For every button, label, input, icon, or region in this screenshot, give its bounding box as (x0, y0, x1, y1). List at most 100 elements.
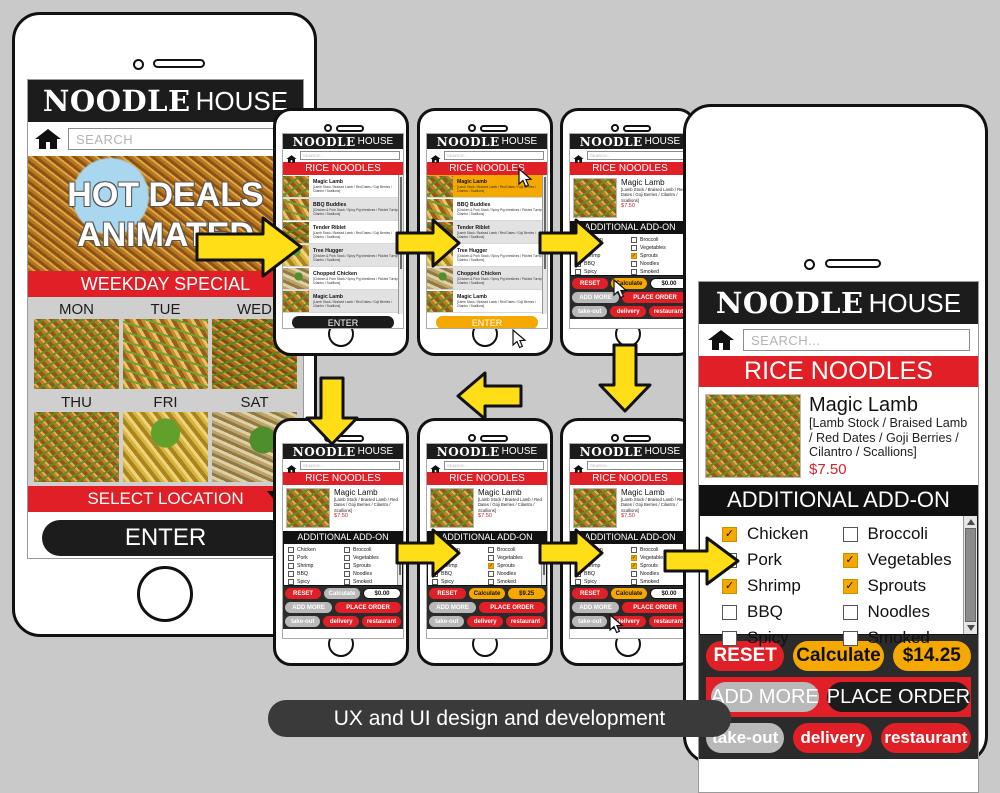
addon-vegetables[interactable]: Vegetables (631, 244, 687, 252)
place-order-button[interactable]: PLACE ORDER (622, 292, 688, 303)
checkbox-unchecked[interactable] (488, 555, 494, 561)
addon-vegetables[interactable]: Vegetables (344, 554, 400, 562)
enter-button[interactable]: ENTER (42, 520, 289, 556)
checkbox-unchecked[interactable] (842, 526, 858, 542)
restaurant-button[interactable]: restaurant (361, 616, 401, 627)
addon-spicy[interactable]: Spicy (575, 268, 631, 276)
checkbox-unchecked[interactable] (488, 547, 494, 553)
checkbox-checked[interactable]: ✓ (488, 563, 494, 569)
checkbox-checked[interactable]: ✓ (631, 563, 637, 569)
checkbox-unchecked[interactable] (344, 563, 350, 569)
addon-spicy[interactable]: Spicy (288, 578, 344, 586)
search-input[interactable]: SEARCH... (743, 329, 970, 351)
checkbox-unchecked[interactable] (631, 261, 637, 267)
place-order-button[interactable]: PLACE ORDER (479, 602, 545, 613)
addon-scrollbar[interactable] (963, 516, 977, 634)
search-input[interactable]: SEARCH... (444, 461, 544, 470)
list-item[interactable]: Chopped Chicken [Chicken & Pork Stock / … (427, 267, 547, 290)
addon-broccoli[interactable]: Broccoli (631, 236, 687, 244)
addon-smoked[interactable]: Smoked (488, 578, 544, 586)
checkbox-unchecked[interactable] (344, 547, 350, 553)
reset-button[interactable]: RESET (572, 278, 608, 289)
scroll-down-arrow-icon[interactable] (966, 625, 975, 631)
checkbox-unchecked[interactable] (344, 571, 350, 577)
addon-spicy[interactable]: Spicy (722, 625, 843, 651)
addon-vegetables[interactable]: Vegetables (488, 554, 544, 562)
addon-sprouts[interactable]: ✓ Sprouts (631, 252, 687, 260)
checkbox-unchecked[interactable] (722, 604, 737, 620)
home-icon[interactable] (34, 127, 62, 151)
checkbox-unchecked[interactable] (631, 237, 637, 243)
checkbox-checked[interactable]: ✓ (842, 552, 858, 568)
home-icon[interactable] (707, 328, 735, 352)
checkbox-unchecked[interactable] (842, 604, 858, 620)
addon-vegetables[interactable]: ✓ Vegetables (842, 547, 964, 573)
calculate-button[interactable]: Calculate (611, 588, 647, 599)
home-button[interactable] (136, 566, 193, 622)
weekday-cell[interactable]: THU (34, 393, 119, 482)
take-out-button[interactable]: take-out (572, 306, 608, 317)
search-input[interactable]: SEARCH (68, 128, 297, 150)
checkbox-checked[interactable]: ✓ (631, 555, 637, 561)
checkbox-unchecked[interactable] (575, 269, 581, 275)
delivery-button[interactable]: delivery (610, 306, 646, 317)
take-out-button[interactable]: take-out (572, 616, 608, 627)
home-icon[interactable] (286, 461, 297, 473)
checkbox-unchecked[interactable] (631, 547, 637, 553)
weekday-cell[interactable]: MON (34, 300, 119, 389)
addon-spicy[interactable]: Spicy (575, 578, 631, 586)
checkbox-unchecked[interactable] (288, 579, 294, 585)
reset-button[interactable]: RESET (429, 588, 466, 599)
addon-smoked[interactable]: Smoked (842, 625, 964, 651)
weekday-cell[interactable]: FRI (123, 393, 208, 482)
checkbox-unchecked[interactable] (288, 571, 294, 577)
checkbox-checked[interactable]: ✓ (842, 578, 858, 594)
addon-smoked[interactable]: Smoked (344, 578, 400, 586)
addon-shrimp[interactable]: Shrimp (288, 562, 344, 570)
calculate-button[interactable]: Calculate (468, 588, 506, 599)
place-order-button[interactable]: PLACE ORDER (335, 602, 401, 613)
add-more-button[interactable]: ADD MORE (429, 602, 477, 613)
addon-broccoli[interactable]: Broccoli (488, 546, 544, 554)
home-icon[interactable] (573, 461, 584, 473)
restaurant-button[interactable]: restaurant (880, 723, 971, 753)
reset-button[interactable]: RESET (572, 588, 608, 599)
weekday-cell[interactable]: TUE (123, 300, 208, 389)
home-icon[interactable] (430, 461, 441, 473)
enter-button[interactable]: ENTER (436, 316, 538, 328)
delivery-button[interactable]: delivery (793, 723, 872, 753)
take-out-button[interactable]: take-out (285, 616, 321, 627)
list-item[interactable]: Magic Lamb [Lamb Stock / Braised Lamb / … (283, 290, 403, 313)
checkbox-unchecked[interactable] (842, 630, 858, 646)
checkbox-unchecked[interactable] (631, 571, 637, 577)
search-input[interactable]: SEARCH... (300, 151, 400, 160)
addon-bbq[interactable]: BBQ (722, 599, 843, 625)
checkbox-unchecked[interactable] (288, 547, 294, 553)
addon-noodles[interactable]: Noodles (488, 570, 544, 578)
add-more-button[interactable]: ADD MORE (572, 602, 620, 613)
addon-noodles[interactable]: Noodles (631, 260, 687, 268)
checkbox-checked[interactable]: ✓ (631, 253, 637, 259)
delivery-button[interactable]: delivery (323, 616, 359, 627)
select-location-dropdown[interactable]: SELECT LOCATION (28, 486, 303, 512)
search-input[interactable]: SEARCH... (587, 151, 687, 160)
delivery-button[interactable]: delivery (467, 616, 503, 627)
home-icon[interactable] (573, 151, 584, 163)
scroll-up-arrow-icon[interactable] (966, 519, 975, 525)
search-input[interactable]: SEARCH... (444, 151, 544, 160)
enter-button[interactable]: ENTER (292, 316, 394, 328)
addon-sprouts[interactable]: ✓ Sprouts (842, 573, 964, 599)
addon-smoked[interactable]: Smoked (631, 268, 687, 276)
addon-broccoli[interactable]: Broccoli (842, 521, 964, 547)
checkbox-unchecked[interactable] (631, 245, 637, 251)
checkbox-unchecked[interactable] (575, 579, 581, 585)
addon-noodles[interactable]: Noodles (842, 599, 964, 625)
checkbox-unchecked[interactable] (631, 579, 637, 585)
addon-noodles[interactable]: Noodles (344, 570, 400, 578)
home-icon[interactable] (286, 151, 297, 163)
list-item[interactable]: Magic Lamb [Lamb Stock / Braised Lamb / … (283, 175, 403, 198)
scrollbar-thumb[interactable] (965, 528, 976, 622)
add-more-button[interactable]: ADD MORE (285, 602, 333, 613)
home-icon[interactable] (430, 151, 441, 163)
checkbox-unchecked[interactable] (722, 630, 737, 646)
